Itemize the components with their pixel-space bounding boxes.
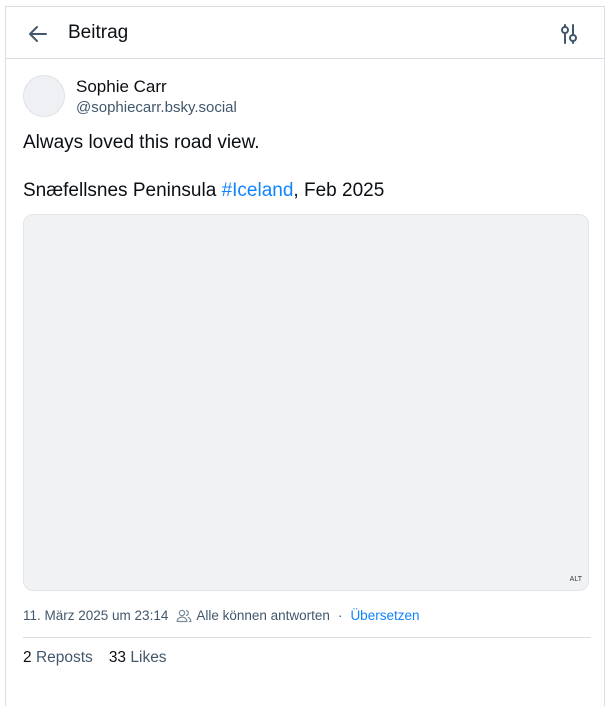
back-button[interactable] xyxy=(26,22,50,46)
reposts-count-link[interactable]: 2 Reposts xyxy=(23,649,93,666)
alt-badge[interactable]: ALT xyxy=(570,575,582,584)
post-thread-panel: Beitrag Sophie Carr @sophiecarr.bsky.soc… xyxy=(5,6,605,706)
page-header: Beitrag xyxy=(6,7,604,59)
post-image[interactable]: ALT xyxy=(23,214,589,591)
arrow-left-icon xyxy=(29,26,47,42)
post-text-line: Snæfellsnes Peninsula #Iceland, Feb 2025 xyxy=(23,179,593,203)
sliders-icon xyxy=(561,24,577,44)
reply-setting-label[interactable]: Alle können antworten xyxy=(196,607,330,625)
reposts-count: 2 xyxy=(23,649,32,666)
reposts-label: Reposts xyxy=(35,649,93,666)
thread-settings-button[interactable] xyxy=(557,22,581,46)
page-title: Beitrag xyxy=(68,22,129,43)
translate-link[interactable]: Übersetzen xyxy=(350,607,419,625)
likes-label: Likes xyxy=(130,649,167,666)
likes-count: 33 xyxy=(108,649,127,666)
likes-count-link[interactable]: 33 Likes xyxy=(109,649,167,666)
post-meta: 11. März 2025 um 23:14 Alle können antwo… xyxy=(23,607,419,625)
post-stats: 2 Reposts 33 Likes xyxy=(23,649,167,667)
post-text-line: Always loved this road view. xyxy=(23,132,260,153)
author-display-name[interactable]: Sophie Carr xyxy=(76,77,167,97)
post-timestamp[interactable]: 11. März 2025 um 23:14 xyxy=(23,607,168,625)
divider xyxy=(23,637,591,638)
post-text: Always loved this road view. Snæfellsnes… xyxy=(23,131,593,203)
people-icon xyxy=(176,609,192,623)
post-text-segment: Snæfellsnes Peninsula xyxy=(23,180,222,201)
meta-separator: · xyxy=(337,608,343,623)
avatar[interactable] xyxy=(23,75,65,117)
author-handle[interactable]: @sophiecarr.bsky.social xyxy=(76,99,237,117)
post-text-segment: , Feb 2025 xyxy=(293,180,385,201)
hashtag-link[interactable]: #Iceland xyxy=(222,180,294,201)
